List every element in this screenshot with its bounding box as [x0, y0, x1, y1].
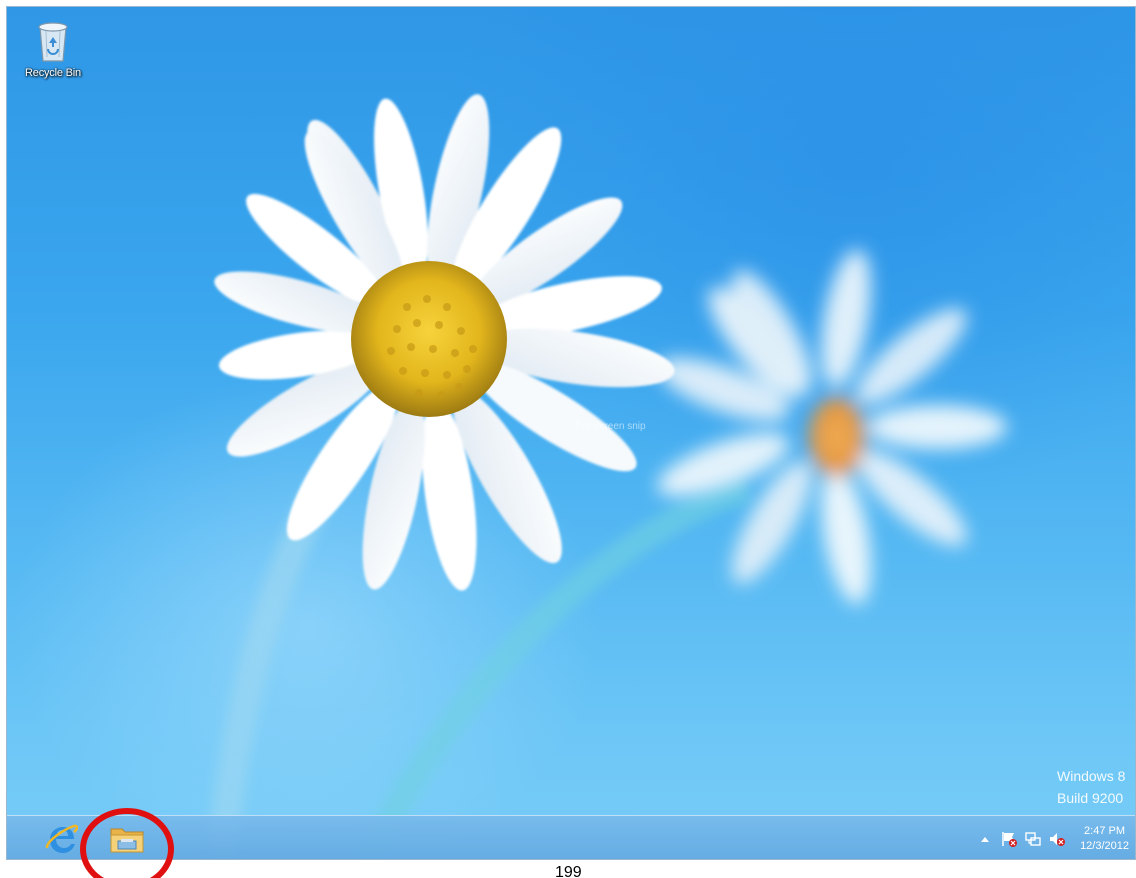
- show-hidden-icons-button[interactable]: [974, 828, 996, 850]
- file-explorer-icon: [110, 828, 144, 853]
- clock-time: 2:47 PM: [1084, 825, 1126, 837]
- recycle-bin-icon: [38, 22, 68, 62]
- document-page: Recycle Bin Full-screen snip Windows 8 B…: [0, 0, 1136, 878]
- action-center-button[interactable]: [998, 828, 1020, 850]
- recycle-bin-shortcut[interactable]: Recycle Bin: [13, 17, 93, 79]
- page-number: 199: [555, 864, 582, 878]
- volume-muted-icon: [1050, 833, 1066, 846]
- clock-date: 12/3/2012: [1080, 840, 1129, 852]
- system-tray: 2:47 PM 12/3/2012: [972, 816, 1129, 859]
- windows-build-watermark: Windows 8 Build 9200: [1057, 765, 1135, 809]
- action-center-flag-icon: [1002, 832, 1018, 847]
- watermark-line-2: Build 9200: [1057, 790, 1124, 806]
- daisy-wallpaper: [207, 94, 1007, 859]
- network-button[interactable]: [1022, 828, 1044, 850]
- internet-explorer-icon: [45, 824, 78, 853]
- network-icon: [1025, 832, 1041, 846]
- taskbar-clock[interactable]: 2:47 PM 12/3/2012: [1080, 824, 1129, 854]
- volume-button[interactable]: [1046, 828, 1068, 850]
- chevron-up-icon: [981, 837, 990, 842]
- faint-overlay-text: Full-screen snip: [575, 421, 646, 432]
- watermark-line-1: Windows 8: [1057, 768, 1126, 784]
- taskbar[interactable]: 2:47 PM 12/3/2012: [7, 815, 1135, 859]
- windows-desktop[interactable]: Recycle Bin Full-screen snip Windows 8 B…: [6, 6, 1136, 860]
- taskbar-file-explorer-button[interactable]: [105, 820, 149, 858]
- recycle-bin-label: Recycle Bin: [25, 67, 81, 79]
- taskbar-internet-explorer-button[interactable]: [39, 820, 83, 858]
